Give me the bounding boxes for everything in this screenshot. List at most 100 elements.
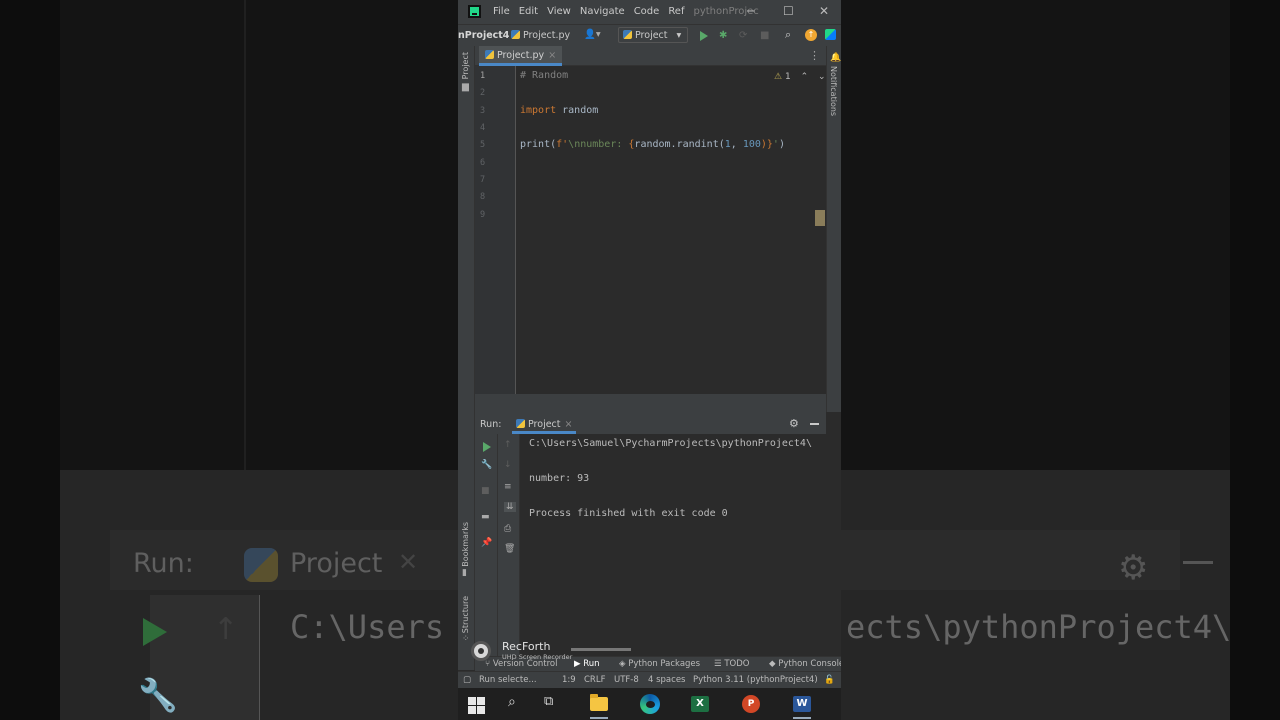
panel-toggle-icon[interactable]: ▢ — [463, 675, 471, 685]
status-message: Run selecte... — [479, 675, 537, 685]
editor-tabs: Project.py × ⋮ — [475, 46, 826, 66]
active-app-indicator — [590, 717, 608, 719]
soft-wrap-icon[interactable]: ≡ — [504, 482, 512, 492]
powerpoint-icon[interactable]: P — [742, 695, 760, 713]
menu-navigate[interactable]: Navigate — [580, 6, 625, 17]
fstring-prefix-token: f' — [556, 139, 569, 150]
bookmarks-tool-tab[interactable]: Bookmarks — [461, 522, 470, 567]
tab-project-py[interactable]: Project.py × — [479, 46, 563, 66]
panel-splitter[interactable] — [475, 394, 826, 414]
close-run-tab-icon[interactable]: × — [565, 419, 573, 430]
print-icon[interactable]: ⎙ — [504, 524, 511, 534]
layout-icon[interactable]: ▬ — [481, 512, 490, 522]
active-app-indicator — [793, 717, 811, 719]
structure-icon[interactable]: ⁘ — [462, 634, 470, 644]
run-console[interactable]: C:\Users\Samuel\PycharmProjects\pythonPr… — [520, 434, 826, 656]
maximize-button[interactable]: ☐ — [783, 4, 794, 18]
watermark-title: RecForth — [502, 640, 551, 653]
gear-icon[interactable]: ⚙ — [789, 417, 799, 430]
excel-icon[interactable]: X — [691, 696, 709, 712]
run-button[interactable] — [700, 31, 708, 41]
console-actions-toolbar: ↑ ↓ ≡ ⇊ ⎙ 🗑 — [497, 434, 520, 656]
scrollbar-thumb[interactable] — [815, 210, 825, 226]
close-tab-icon[interactable]: × — [548, 50, 556, 61]
more-options-icon[interactable]: ⋮ — [809, 49, 820, 62]
file-explorer-icon[interactable] — [590, 694, 608, 711]
update-icon[interactable]: ↑ — [805, 29, 817, 41]
word-icon[interactable]: W — [793, 696, 811, 712]
line-separator[interactable]: CRLF — [584, 675, 605, 685]
right-tool-strip: 🔔 Notifications — [826, 46, 841, 412]
line-number: 6 — [480, 158, 486, 168]
indent-setting[interactable]: 4 spaces — [648, 675, 685, 685]
notifications-tool-tab[interactable]: Notifications — [829, 66, 838, 116]
file-breadcrumb-label: Project.py — [523, 30, 571, 41]
task-view-icon[interactable]: ⧉ — [544, 694, 564, 714]
console-line: C:\Users\Samuel\PycharmProjects\pythonPr… — [529, 438, 812, 449]
lock-icon[interactable]: 🔓 — [824, 675, 835, 685]
python-interpreter[interactable]: Python 3.11 (pythonProject4) — [693, 675, 818, 685]
stop-icon: ■ — [481, 486, 490, 496]
bg-python-icon — [244, 548, 278, 582]
main-menu: File Edit View Navigate Code Ref pythonP… — [493, 6, 759, 17]
wrench-icon[interactable]: 🔧 — [481, 460, 492, 470]
structure-tool-tab[interactable]: Structure — [461, 596, 470, 633]
pin-icon[interactable]: 📌 — [481, 538, 492, 548]
menu-edit[interactable]: Edit — [519, 6, 538, 17]
file-breadcrumb[interactable]: Project.py — [511, 30, 570, 41]
minimize-button[interactable]: ─ — [747, 4, 754, 18]
file-encoding[interactable]: UTF-8 — [614, 675, 639, 685]
print-token: print( — [520, 139, 557, 150]
menu-file[interactable]: File — [493, 6, 510, 17]
next-highlight-icon[interactable]: ⌄ — [818, 72, 826, 82]
run-configuration-select[interactable]: Project ▾ — [618, 27, 688, 43]
bell-icon[interactable]: 🔔 — [830, 53, 841, 63]
folder-icon[interactable]: ▆ — [462, 82, 469, 92]
project-breadcrumb[interactable]: nProject4 — [458, 30, 509, 41]
ide-window: File Edit View Navigate Code Ref pythonP… — [458, 0, 841, 720]
menu-view[interactable]: View — [547, 6, 571, 17]
tool-tab-python-console[interactable]: ◆ Python Console — [769, 659, 841, 669]
run-panel-header: Run: Project × ⚙ — [475, 414, 826, 434]
search-icon[interactable]: ⌕ — [508, 694, 528, 714]
debug-button[interactable]: ✱ — [719, 30, 727, 41]
user-menu-icon[interactable]: 👤▾ — [584, 29, 601, 40]
project-tool-tab[interactable]: Project — [461, 52, 470, 79]
close-window-button[interactable]: ✕ — [819, 4, 829, 18]
scroll-to-end-icon[interactable]: ⇊ — [504, 502, 516, 512]
number-token: 100 — [742, 139, 761, 150]
line-number: 7 — [480, 175, 486, 185]
previous-highlight-icon[interactable]: ⌃ — [801, 72, 809, 82]
console-line: number: 93 — [529, 473, 590, 484]
menu-refactor[interactable]: Ref — [668, 6, 684, 17]
menu-code[interactable]: Code — [634, 6, 660, 17]
warning-icon: ⚠ — [774, 72, 783, 82]
rerun-button[interactable] — [483, 442, 491, 452]
windows-start-icon[interactable] — [468, 697, 485, 714]
bg-play-icon — [143, 618, 167, 646]
status-bar: ▢ Run selecte... 1:9 CRLF UTF-8 4 spaces… — [458, 671, 841, 688]
bg-wrench-icon: 🔧 — [138, 676, 178, 714]
bg-divider — [244, 0, 246, 470]
run-panel-label: Run: — [480, 419, 502, 430]
comment-token: # Random — [520, 70, 569, 81]
code-editor[interactable]: # Random import random print(f'\nnumber:… — [516, 66, 826, 394]
bg-gear-icon: ⚙ — [1118, 548, 1149, 588]
run-tab-project[interactable]: Project × — [512, 414, 577, 434]
trash-icon[interactable]: 🗑 — [504, 544, 515, 554]
search-icon[interactable]: ⌕ — [785, 28, 791, 42]
bookmark-icon[interactable]: ▮ — [462, 568, 467, 578]
inspection-widget[interactable]: ⚠ 1 ⌃ ⌄ — [774, 72, 826, 82]
hide-panel-icon[interactable] — [810, 423, 819, 425]
stop-icon: ■ — [760, 30, 770, 41]
tool-tab-todo[interactable]: ☰ TODO — [714, 659, 749, 669]
python-icon — [516, 419, 525, 428]
line-number: 9 — [480, 210, 486, 220]
windows-taskbar: ⌕ ⧉ X P W — [458, 688, 841, 720]
jetbrains-icon[interactable] — [825, 29, 836, 40]
navigation-toolbar: nProject4 Project.py 👤▾ Project ▾ ✱ ⟳ ■ … — [458, 24, 841, 46]
up-arrow-icon: ↑ — [504, 440, 512, 450]
caret-position[interactable]: 1:9 — [562, 675, 576, 685]
line-number: 3 — [480, 106, 486, 116]
edge-browser-icon[interactable] — [640, 694, 660, 714]
